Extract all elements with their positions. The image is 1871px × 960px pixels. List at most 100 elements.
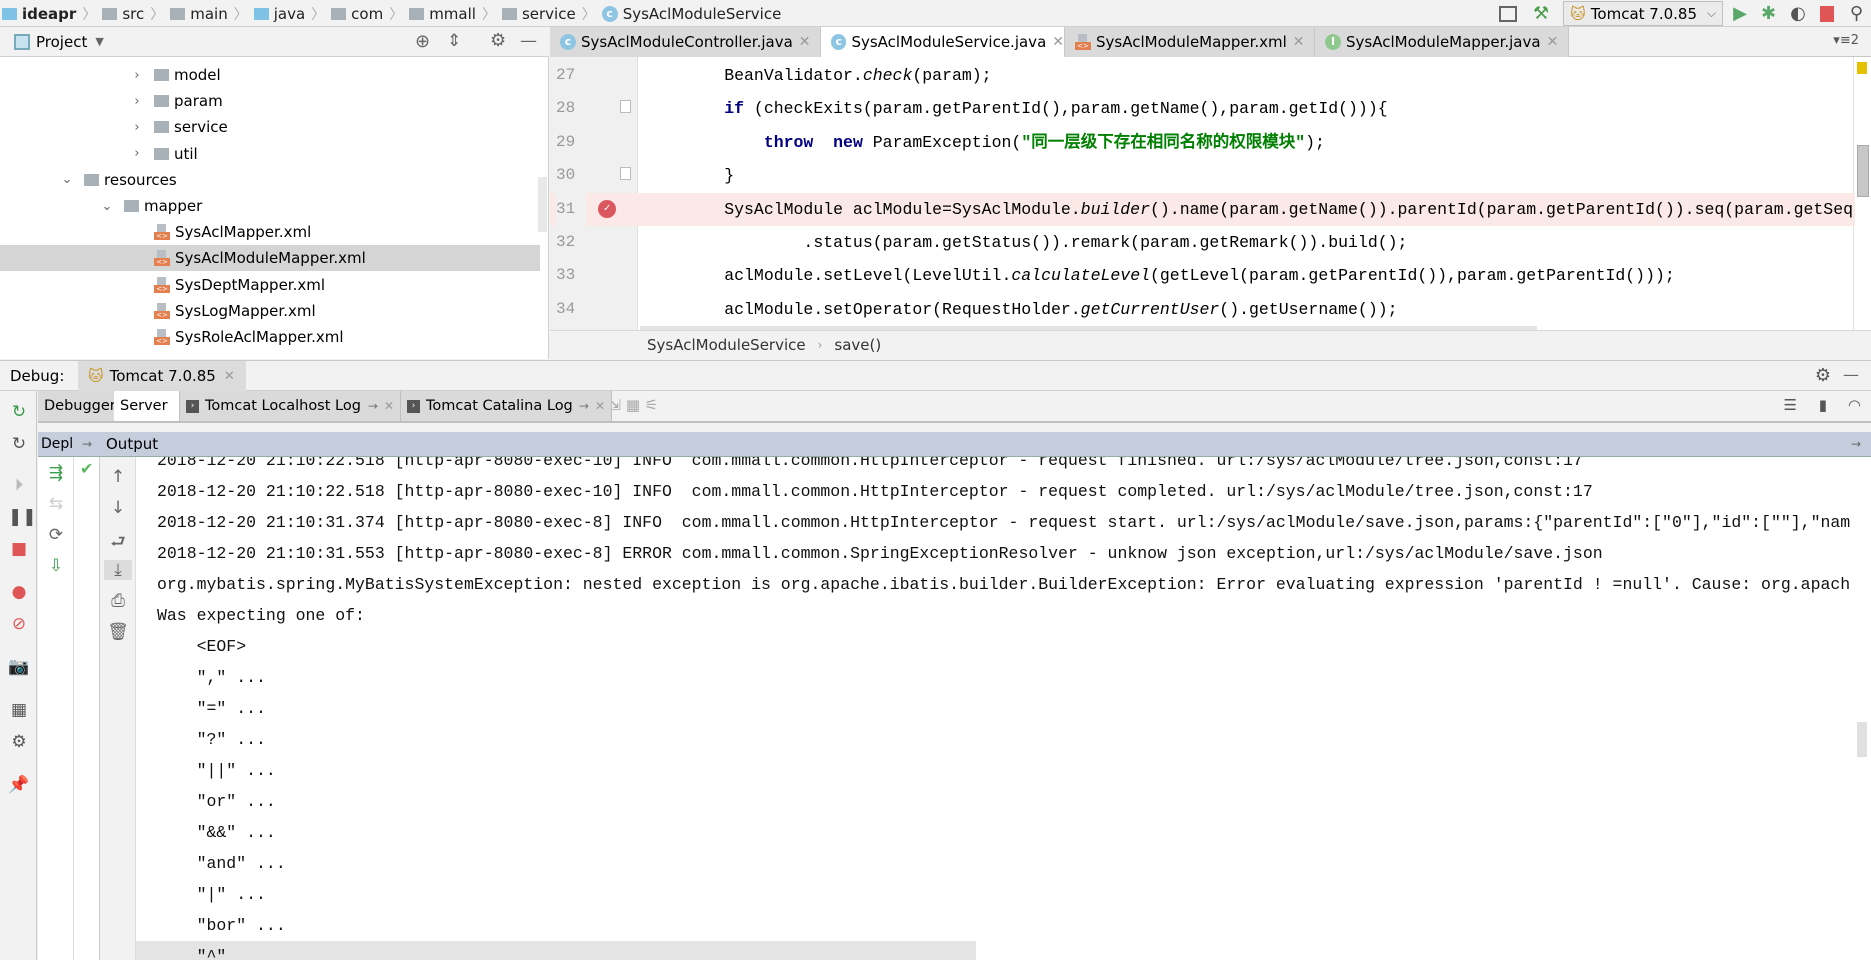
fold-icon[interactable] [620,167,631,181]
pin-arrow-icon[interactable]: → [368,399,378,413]
pin-arrow-icon[interactable]: → [1851,437,1861,451]
pin-arrow-icon[interactable]: → [74,437,100,451]
layout-icon[interactable]: ▦ [8,699,30,721]
code-line[interactable]: 27 BeanValidator.check(param); [550,59,1855,92]
collapse-all-icon[interactable]: ⇕ [447,31,461,51]
tree-item[interactable]: ⌄ mapper [0,193,540,219]
tree-item[interactable]: ⌄ resources [0,167,540,193]
project-view-dropdown[interactable]: Project [36,33,87,51]
editor-tab[interactable]: I SysAclModuleMapper.java ✕ [1315,27,1569,57]
search-icon[interactable]: ⚲ [1850,3,1863,24]
editor-tab[interactable]: c SysAclModuleService.java ✕ [821,27,1065,57]
trash-icon[interactable]: 🗑 [100,622,136,642]
close-icon[interactable]: ✕ [224,369,235,384]
deploy-all-icon[interactable]: ⇩ [38,556,74,576]
code-line[interactable]: 30 } [550,159,1855,192]
tree-item[interactable]: SysLogMapper.xml [0,298,540,324]
pause-icon[interactable]: ❚❚ [8,506,37,528]
resume-icon[interactable]: ⏵ [8,474,30,496]
locate-icon[interactable]: ⊕ [415,31,430,52]
fold-icon[interactable] [620,100,631,114]
breadcrumb-item[interactable]: c SysAclModuleService [601,5,781,23]
chevron-down-icon[interactable]: ⌄ [100,199,114,214]
breadcrumb-item[interactable]: java [253,5,305,23]
line-number[interactable]: 31 [556,192,586,226]
breadcrumb-item[interactable]: src [102,5,144,23]
view-breakpoints-icon[interactable]: ● [8,581,30,603]
chevron-down-icon[interactable]: ⌄ [60,172,74,187]
pin-icon[interactable]: 📌 [8,774,30,796]
close-icon[interactable]: ✕ [384,399,394,413]
close-icon[interactable]: ✕ [1052,34,1064,50]
line-number[interactable]: 29 [556,126,586,159]
breadcrumb-item[interactable]: main [170,5,228,23]
editor-tab[interactable]: SysAclModuleMapper.xml✕ [1065,27,1315,57]
breadcrumb-item[interactable]: ideapr [2,5,76,23]
chevron-right-icon[interactable]: › [130,68,144,83]
run-config-dropdown[interactable]: 🐱 Tomcat 7.0.85 ⌵ [1563,1,1724,26]
chevron-down-icon[interactable]: ▼ [95,35,103,48]
arrow-down-icon[interactable]: ↓ [100,498,136,518]
layout-icon[interactable] [1499,5,1518,22]
debug-session-tab[interactable]: 🐱 Tomcat 7.0.85 ✕ [78,361,246,391]
chevron-right-icon[interactable]: › [130,120,144,135]
scroll-to-end-icon[interactable]: ⤓ [104,560,132,580]
gear-icon[interactable]: ⚙ [1815,365,1831,386]
code-editor[interactable]: 27 BeanValidator.check(param); 28 if (che… [550,57,1871,330]
output-scrollbar[interactable] [1857,722,1867,757]
run-icon[interactable]: ▶ [1733,3,1747,24]
editor-tab[interactable]: c SysAclModuleController.java ✕ [550,27,821,57]
line-number[interactable]: 33 [556,259,586,292]
debug-tab[interactable]: › Tomcat Catalina Log → ✕ [401,391,612,421]
tree-item[interactable]: SysAclModuleMapper.xml [0,245,540,272]
breadcrumb-item[interactable]: service [501,5,576,23]
deployment-column-header[interactable]: Depl [38,436,74,452]
tree-item[interactable]: › util [0,141,540,167]
debug-tab[interactable]: › Tomcat Localhost Log → ✕ [180,391,401,421]
breadcrumb-class[interactable]: SysAclModuleService [647,336,806,354]
tree-item[interactable]: SysRoleAclMapper.xml [0,324,540,350]
console-output[interactable]: 2018-12-20 21:10:22.518 [http-apr-8080-e… [136,457,1871,960]
line-number[interactable]: 28 [556,92,586,125]
memory-icon[interactable]: ◠ [1848,396,1861,414]
code-line[interactable]: 28 if (checkExits(param.getParentId(),pa… [550,92,1855,125]
tree-item[interactable]: › param [0,88,540,114]
tree-item[interactable]: SysAclMapper.xml [0,219,540,245]
line-number[interactable]: 32 [556,226,586,259]
minimize-icon[interactable]: — [520,31,537,51]
chevron-right-icon[interactable]: › [130,94,144,109]
close-icon[interactable]: ✕ [1293,34,1305,50]
breadcrumb-item[interactable]: com [331,5,383,23]
code-line[interactable]: 32 .status(param.getStatus()).remark(par… [550,226,1855,259]
build-hammer-icon[interactable]: ⚒ [1533,3,1549,24]
threads-icon[interactable]: ▮ [1819,396,1827,414]
refresh-icon[interactable]: ⟳ [38,525,74,545]
coverage-icon[interactable]: ◐ [1790,3,1806,24]
settings-icon[interactable]: ⚙ [8,731,30,753]
tab-overflow-button[interactable]: ▾≡2 [1833,33,1859,48]
update-icon[interactable]: ↻ [8,433,30,455]
deploy-icon[interactable]: ⇶ [38,463,74,483]
stop-icon[interactable] [1819,5,1834,22]
breadcrumb-method[interactable]: save() [834,336,881,354]
arrow-up-icon[interactable]: ↑ [100,467,136,487]
code-line[interactable]: 34 aclModule.setOperator(RequestHolder.g… [550,293,1855,326]
tree-item[interactable]: › model [0,62,540,88]
minimize-icon[interactable]: — [1843,365,1859,384]
breakpoint-icon[interactable]: ✓ [598,199,616,218]
debug-icon[interactable]: ✱ [1761,3,1776,24]
line-number[interactable]: 27 [556,59,586,92]
debug-tab[interactable]: Debugger [38,391,116,421]
gear-icon[interactable]: ⚙ [490,30,506,51]
restore-layout-icon[interactable]: ☰ [1784,396,1797,414]
close-icon[interactable]: ✕ [1547,34,1559,50]
code-line[interactable]: 31 ✓ SysAclModule aclModule=SysAclModule.… [550,192,1855,226]
code-line[interactable]: 33 aclModule.setLevel(LevelUtil.calculat… [550,259,1855,292]
line-number[interactable]: 30 [556,159,586,192]
tree-item[interactable]: SysDeptMapper.xml [0,272,540,298]
close-icon[interactable]: ✕ [799,34,811,50]
print-icon[interactable]: ⎙ [100,591,136,611]
debug-tab[interactable]: Server [114,391,180,421]
mute-breakpoints-icon[interactable]: ⊘ [8,613,30,635]
tree-item[interactable]: › service [0,114,540,140]
